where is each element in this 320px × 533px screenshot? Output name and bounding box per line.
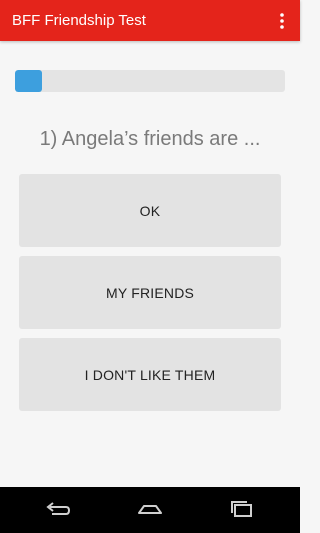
answer-button-my-friends[interactable]: MY FRIENDS (19, 256, 281, 329)
nav-recents-button[interactable] (220, 495, 264, 525)
answer-label: OK (139, 202, 161, 219)
progress-fill (15, 70, 42, 92)
overflow-menu-button[interactable] (270, 9, 294, 33)
answer-button-ok[interactable]: OK (19, 174, 281, 247)
question-text: 1) Angela’s friends are ... (39, 128, 261, 150)
answer-label: MY FRIENDS (105, 284, 195, 301)
more-vert-icon (280, 13, 284, 29)
back-icon (46, 502, 71, 515)
system-nav-bar (0, 487, 300, 533)
nav-back-button[interactable] (36, 495, 80, 525)
answer-label: I DON'T LIKE THEM (84, 366, 216, 383)
nav-home-button[interactable] (128, 495, 172, 525)
answer-button-dont-like-them[interactable]: I DON'T LIKE THEM (19, 338, 281, 411)
home-icon (138, 505, 162, 514)
app-bar: BFF Friendship Test (0, 0, 300, 41)
app-title: BFF Friendship Test (12, 12, 146, 29)
recents-icon (231, 501, 252, 517)
progress-bar (15, 70, 285, 92)
